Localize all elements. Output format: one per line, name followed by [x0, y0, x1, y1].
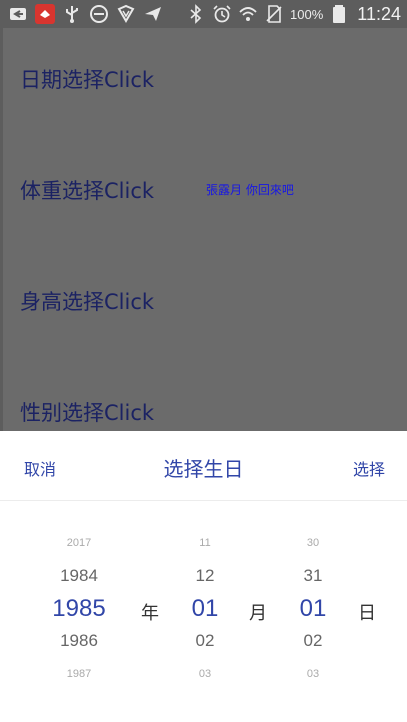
- height-select-item[interactable]: 身高选择Click: [20, 286, 154, 316]
- month-unit-label: 月: [249, 603, 267, 624]
- status-bar-right: 100% 11:24: [186, 3, 401, 25]
- wifi-icon: [238, 4, 258, 24]
- picker-header: 取消 选择生日 选择: [0, 431, 407, 501]
- vpn-shield-icon: [116, 4, 136, 24]
- year-wheel[interactable]: 2017 1984 1985 1986 1987: [34, 501, 124, 721]
- battery-percent: 100%: [290, 6, 324, 22]
- day-selected[interactable]: 01: [278, 595, 348, 623]
- month-option[interactable]: 12: [170, 566, 240, 586]
- year-option[interactable]: 1986: [34, 631, 124, 651]
- name-tag: 張露月 你回來吧: [206, 183, 294, 197]
- send-icon: [143, 4, 163, 24]
- confirm-button[interactable]: 选择: [353, 456, 385, 480]
- date-select-item[interactable]: 日期选择Click: [20, 64, 154, 94]
- bluetooth-icon: [186, 4, 206, 24]
- month-option[interactable]: 03: [170, 668, 240, 680]
- day-option[interactable]: 02: [278, 631, 348, 651]
- month-selected[interactable]: 01: [170, 595, 240, 623]
- weight-select-item[interactable]: 体重选择Click: [20, 175, 154, 205]
- page-edge: [0, 28, 3, 432]
- page-content: 日期选择Click 体重选择Click 張露月 你回來吧 身高选择Click 性…: [0, 28, 407, 432]
- usb-icon: [62, 4, 82, 24]
- year-unit-label: 年: [141, 603, 159, 624]
- year-option[interactable]: 2017: [34, 537, 124, 549]
- picker-title: 选择生日: [163, 457, 244, 481]
- battery-icon: [329, 4, 349, 24]
- month-wheel[interactable]: 11 12 01 02 03: [170, 501, 240, 721]
- status-bar: 100% 11:24: [0, 0, 407, 28]
- do-not-disturb-icon: [89, 4, 109, 24]
- day-wheel[interactable]: 30 31 01 02 03: [278, 501, 348, 721]
- birthday-picker-sheet: 取消 选择生日 选择 2017 1984 1985 1986 1987 年 11…: [0, 431, 407, 722]
- year-option[interactable]: 1984: [34, 566, 124, 586]
- app-badge-icon: [35, 4, 55, 24]
- day-option[interactable]: 03: [278, 668, 348, 680]
- day-option[interactable]: 31: [278, 566, 348, 586]
- back-arrow-icon: [8, 4, 28, 24]
- gender-select-item[interactable]: 性别选择Click: [20, 397, 154, 427]
- status-bar-left: [8, 3, 163, 25]
- month-option[interactable]: 02: [170, 631, 240, 651]
- month-option[interactable]: 11: [170, 537, 240, 549]
- day-unit-label: 日: [358, 603, 376, 624]
- alarm-icon: [212, 4, 232, 24]
- year-selected[interactable]: 1985: [34, 595, 124, 623]
- clock: 11:24: [357, 3, 401, 24]
- day-option[interactable]: 30: [278, 537, 348, 549]
- year-option[interactable]: 1987: [34, 668, 124, 680]
- no-sim-icon: [264, 4, 284, 24]
- screen: 100% 11:24 日期选择Click 体重选择Click 張露月 你回來吧 …: [0, 0, 407, 722]
